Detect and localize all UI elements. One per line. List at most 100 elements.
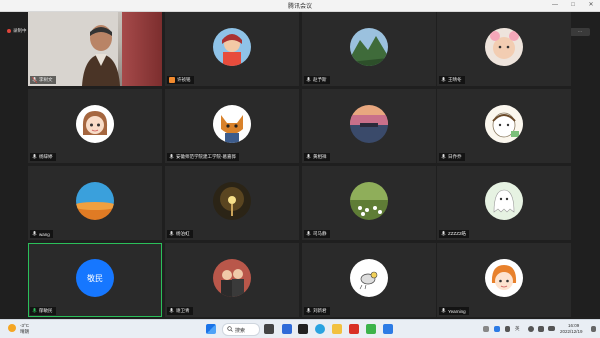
participant-name: 赵予斯 (313, 77, 327, 82)
close-button[interactable]: ✕ (584, 0, 598, 11)
mic-icon (441, 77, 446, 82)
avatar (213, 259, 251, 297)
participant-tile[interactable]: 许祯铭 (165, 12, 299, 86)
participant-name: 王晴冬 (448, 77, 462, 82)
edge-browser-icon[interactable] (315, 324, 325, 334)
windows-taskbar: -3°C 晴朗 搜索 英 16:09 2022/12/19 (0, 319, 600, 338)
search-label: 搜索 (235, 328, 246, 334)
name-bar: 杨泊虹 (167, 230, 193, 238)
task-view-icon[interactable] (264, 324, 274, 334)
participant-video (28, 12, 162, 86)
name-bar: 许祯铭 (167, 76, 194, 84)
name-bar: Yearning (439, 307, 469, 315)
meeting-app-icon[interactable] (282, 324, 292, 334)
tencent-meeting-icon[interactable] (383, 324, 393, 334)
participant-tile[interactable]: 日乔乔 (437, 89, 571, 163)
mic-icon (32, 231, 37, 236)
avatar (485, 259, 523, 297)
participant-name: 李树文 (39, 77, 53, 82)
participant-name: 刘新君 (313, 308, 327, 313)
name-bar: 黄相祥 (304, 153, 330, 161)
tray-app-icon[interactable] (494, 326, 500, 332)
participant-tile[interactable]: Yearning (437, 243, 571, 317)
participant-name: 郁敏民 (39, 308, 53, 313)
participant-tile[interactable]: 赵予斯 (302, 12, 436, 86)
weather-desc: 晴朗 (20, 329, 29, 334)
participant-name: 杨泊虹 (176, 231, 190, 236)
participant-name: Yearning (448, 308, 466, 314)
mic-icon (306, 231, 311, 236)
participant-name: 黄相祥 (313, 154, 327, 159)
name-bar: 王晴冬 (439, 76, 465, 84)
avatar (350, 182, 388, 220)
mic-icon (32, 154, 37, 159)
participant-tile[interactable]: 黄相祥 (302, 89, 436, 163)
mic-icon (441, 231, 446, 236)
wps-icon[interactable] (349, 324, 359, 334)
name-bar: 司马静 (304, 230, 330, 238)
input-language[interactable]: 英 (515, 326, 520, 332)
avatar (350, 28, 388, 66)
minimize-button[interactable]: — (548, 0, 562, 11)
name-bar: wang (30, 230, 53, 238)
avatar: 敬民 (76, 259, 114, 297)
participant-tile[interactable]: ZZZZ2皓 (437, 166, 571, 240)
avatar (485, 182, 523, 220)
participant-tile[interactable]: 谢卫青 (165, 243, 299, 317)
more-icon[interactable]: ··· (570, 28, 590, 36)
tray-mic-icon[interactable] (505, 326, 510, 332)
mic-icon (169, 308, 174, 313)
participant-tile[interactable]: wang (28, 166, 162, 240)
avatar (350, 259, 388, 297)
file-explorer-icon[interactable] (332, 324, 342, 334)
participant-tile-active-speaker[interactable]: 敬民 郁敏民 (28, 243, 162, 317)
participant-name: 日乔乔 (448, 154, 462, 159)
clock-date[interactable]: 2022/12/19 (560, 329, 583, 334)
host-badge-icon (169, 77, 175, 83)
notification-icon[interactable] (591, 326, 596, 332)
avatar (485, 105, 523, 143)
window-titlebar: 腾讯会议 — □ ✕ (0, 0, 600, 12)
maximize-button[interactable]: □ (566, 0, 580, 11)
participant-tile[interactable]: 杨辞婷 (28, 89, 162, 163)
mic-icon (306, 154, 311, 159)
participant-tile[interactable]: 安徽师范学院建工学院-葛嘉骅 (165, 89, 299, 163)
volume-icon[interactable] (538, 326, 544, 332)
participant-tile[interactable]: 王晴冬 (437, 12, 571, 86)
avatar (213, 28, 251, 66)
search-icon (227, 326, 233, 332)
mic-icon (306, 77, 311, 82)
avatar (350, 105, 388, 143)
weather-temp: -3°C (20, 323, 30, 328)
participant-name: 安徽师范学院建工学院-葛嘉骅 (176, 154, 236, 159)
wechat-icon[interactable] (366, 324, 376, 334)
battery-icon[interactable] (548, 326, 555, 331)
participant-tile[interactable]: 李树文 (28, 12, 162, 86)
name-bar: 安徽师范学院建工学院-葛嘉骅 (167, 153, 239, 161)
participant-tile[interactable]: 刘新君 (302, 243, 436, 317)
dell-app-icon[interactable] (298, 324, 308, 334)
recording-label: 录制中 (13, 28, 27, 33)
wifi-icon[interactable] (528, 326, 534, 332)
mic-icon (169, 154, 174, 159)
name-bar: 杨辞婷 (30, 153, 56, 161)
participant-name: 司马静 (313, 231, 327, 236)
name-bar: 谢卫青 (167, 307, 193, 315)
recording-dot-icon (7, 29, 11, 33)
clock-time[interactable]: 16:09 (568, 323, 579, 328)
taskbar-search[interactable]: 搜索 (222, 323, 260, 336)
participant-tile[interactable]: 杨泊虹 (165, 166, 299, 240)
mic-icon (441, 308, 446, 313)
participant-name: 许祯铭 (177, 77, 191, 82)
avatar (213, 105, 251, 143)
mic-icon (306, 308, 311, 313)
weather-icon (8, 324, 16, 332)
avatar (76, 105, 114, 143)
start-button-icon[interactable] (206, 324, 216, 334)
avatar (76, 182, 114, 220)
window-title: 腾讯会议 (287, 4, 312, 10)
name-bar: 李树文 (30, 76, 56, 84)
participant-tile[interactable]: 司马静 (302, 166, 436, 240)
tray-chevron-icon[interactable] (483, 326, 489, 332)
name-bar: 刘新君 (304, 307, 330, 315)
